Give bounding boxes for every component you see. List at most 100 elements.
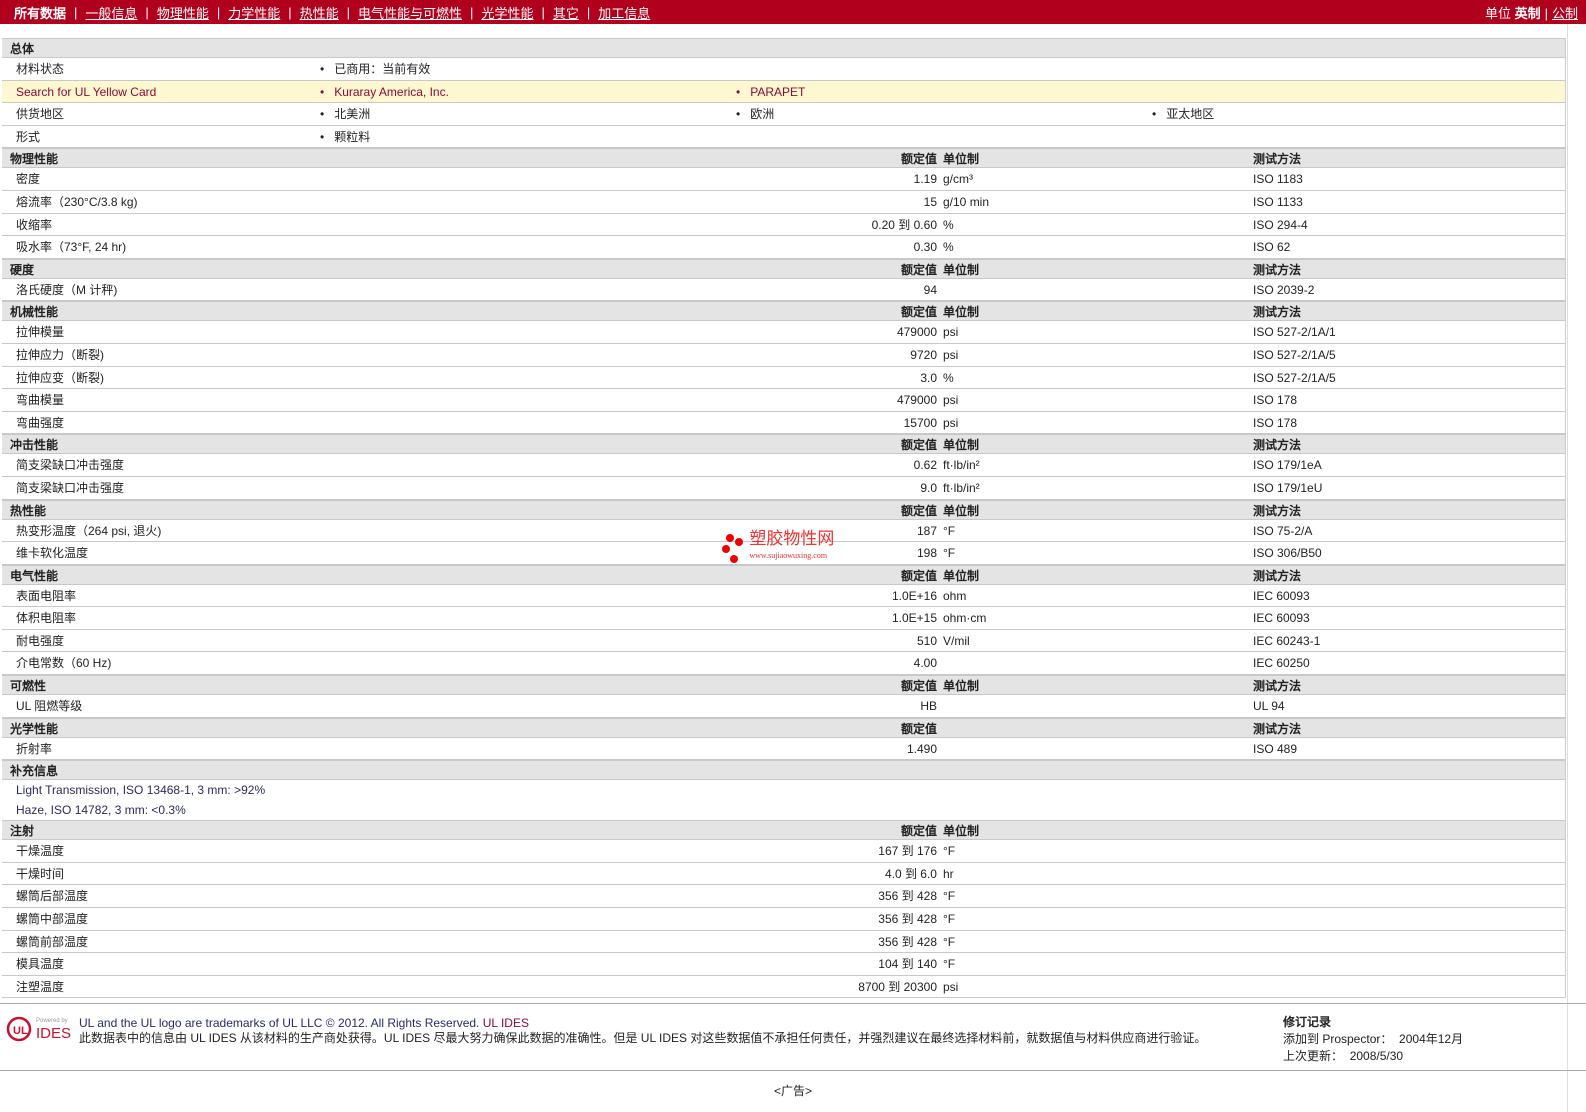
property-name: UL 阻燃等级 xyxy=(16,699,83,714)
nominal-value: 187 xyxy=(916,523,937,538)
nominal-value: 356 到 428 xyxy=(878,889,937,904)
table-row: 吸水率（73°F, 24 hr) 0.30% ISO 62 xyxy=(2,236,1565,259)
nav-separator: | xyxy=(145,4,149,20)
section-title: 硬度 xyxy=(10,262,35,277)
property-name: 螺筒前部温度 xyxy=(16,934,89,949)
nav-tab[interactable]: 热性能 xyxy=(300,3,339,22)
supplementary-note: Haze, ISO 14782, 3 mm: <0.3% xyxy=(16,803,186,818)
test-method: ISO 75-2/A xyxy=(1253,523,1313,538)
table-row: 收缩率 0.20 到 0.60% ISO 294-4 xyxy=(2,214,1565,237)
nominal-value: 9.0 xyxy=(920,480,937,495)
nominal-value: 1.19 xyxy=(913,172,937,187)
table-row: UL 阻燃等级 HB UL 94 xyxy=(2,695,1565,718)
row-item[interactable]: Kuraray America, Inc. xyxy=(320,81,449,103)
nominal-value: 0.30 xyxy=(913,240,937,255)
nominal-header: 额定值 xyxy=(900,152,937,167)
unit-value: psi xyxy=(943,979,959,994)
nominal-value: 356 到 428 xyxy=(878,912,937,927)
method-header: 测试方法 xyxy=(1253,503,1302,518)
nav-tab[interactable]: 一般信息 xyxy=(85,3,137,22)
nav-tab[interactable]: 光学性能 xyxy=(481,3,533,22)
section-title: 注射 xyxy=(10,824,35,839)
table-row: 密度 1.19 g/cm³ ISO 1183 xyxy=(2,168,1565,191)
unit-value: °F xyxy=(943,957,956,972)
general-row: 供货地区 北美洲 欧洲 亚太地区 xyxy=(2,103,1565,126)
units-imperial[interactable]: 英制 xyxy=(1515,6,1541,21)
test-method: ISO 489 xyxy=(1253,741,1298,756)
disclaimer-text: 此数据表中的信息由 UL IDES 从该材料的生产商处获得。UL IDES 尽最… xyxy=(79,1031,1207,1045)
unit-value: % xyxy=(943,217,954,232)
property-name: 拉伸应变（断裂) xyxy=(16,370,104,385)
row-item[interactable]: PARAPET xyxy=(736,81,805,103)
table-row: 简支梁缺口冲击强度 9.0 ft·lb/in² ISO 179/1eU xyxy=(2,477,1565,500)
table-row: 拉伸模量 479000 psi ISO 527-2/1A/1 xyxy=(2,321,1565,344)
table-row: 螺筒前部温度 356 到 428 °F xyxy=(2,931,1565,954)
section-header: 可燃性 额定值 单位制 测试方法 xyxy=(2,675,1565,696)
unit-value: ft·lb/in² xyxy=(943,458,980,473)
row-label: 材料状态 xyxy=(16,62,65,76)
nominal-value: 1.0E+15 xyxy=(891,611,937,626)
unit-value: ft·lb/in² xyxy=(943,480,980,495)
property-name: 模具温度 xyxy=(16,957,65,972)
supplementary-note: Light Transmission, ISO 13468-1, 3 mm: >… xyxy=(16,783,266,798)
nav-tab[interactable]: 其它 xyxy=(553,3,579,22)
property-name: 简支梁缺口冲击强度 xyxy=(16,458,125,473)
section-header: 硬度 额定值 单位制 测试方法 xyxy=(2,258,1565,279)
footer: UL Powered by IDES UL and the UL logo are … xyxy=(0,1003,1586,1071)
row-item: 已商用：当前有效 xyxy=(320,58,430,80)
nominal-value: 356 到 428 xyxy=(878,934,937,949)
unit-value: °F xyxy=(943,934,956,949)
method-header: 测试方法 xyxy=(1253,152,1302,167)
nominal-value: 3.0 xyxy=(920,370,937,385)
nominal-value: 8700 到 20300 xyxy=(858,979,937,994)
nominal-value: 4.0 到 6.0 xyxy=(884,866,937,881)
table-row: 熔流率（230°C/3.8 kg) 15 g/10 min ISO 1133 xyxy=(2,191,1565,214)
nav-separator: | xyxy=(1544,5,1548,21)
section-title: 冲击性能 xyxy=(10,438,59,453)
nominal-value: 167 到 176 xyxy=(878,844,937,859)
property-name: 干燥时间 xyxy=(16,866,65,881)
method-header: 测试方法 xyxy=(1253,679,1302,694)
unit-header: 单位制 xyxy=(943,152,980,167)
scrollbar[interactable] xyxy=(1567,24,1586,1112)
nav-tab[interactable]: 力学性能 xyxy=(228,3,280,22)
nominal-value: 15 xyxy=(923,194,937,209)
unit-value: ohm xyxy=(943,588,967,603)
table-row: 介电常数（60 Hz) 4.00 IEC 60250 xyxy=(2,652,1565,676)
nominal-header: 额定值 xyxy=(900,568,937,583)
property-name: 简支梁缺口冲击强度 xyxy=(16,480,125,495)
trademark-text: UL and the UL logo are trademarks of UL … xyxy=(79,1016,480,1030)
row-item: 颗粒料 xyxy=(320,126,370,148)
test-method: ISO 527-2/1A/1 xyxy=(1253,325,1336,340)
nav-separator: | xyxy=(346,4,351,20)
nav-tab[interactable]: 所有数据 xyxy=(14,3,66,22)
nominal-value: 15700 xyxy=(903,415,937,430)
method-header: 测试方法 xyxy=(1253,438,1302,453)
section-title: 热性能 xyxy=(10,503,47,518)
property-name: 折射率 xyxy=(16,741,53,756)
units-metric[interactable]: 公制 xyxy=(1552,6,1578,21)
row-label[interactable]: Search for UL Yellow Card xyxy=(16,81,156,103)
unit-value: V/mil xyxy=(943,633,970,648)
section-title: 电气性能 xyxy=(10,568,59,583)
unit-header: 单位制 xyxy=(943,824,980,839)
test-method: ISO 2039-2 xyxy=(1253,282,1315,297)
property-name: 耐电强度 xyxy=(16,633,65,648)
test-method: IEC 60243-1 xyxy=(1253,633,1321,648)
unit-value: °F xyxy=(943,844,956,859)
nav-tab[interactable]: 加工信息 xyxy=(598,3,650,22)
unit-value: g/10 min xyxy=(943,194,990,209)
added-label: 添加到 Prospector： xyxy=(1283,1032,1393,1046)
nominal-header: 额定值 xyxy=(900,721,937,736)
nav-separator: | xyxy=(216,4,221,20)
table-row: 表面电阻率 1.0E+16 ohm IEC 60093 xyxy=(2,585,1565,608)
unit-header: 单位制 xyxy=(943,438,980,453)
property-name: 介电常数（60 Hz) xyxy=(16,656,112,671)
revision-history: 修订记录 添加到 Prospector： 2004年12月 上次更新： 2008… xyxy=(1283,1014,1463,1065)
ul-ides-link[interactable]: UL IDES xyxy=(483,1016,529,1030)
nav-tab[interactable]: 物理性能 xyxy=(157,3,209,22)
nav-separator: | xyxy=(288,4,292,20)
nav-tab[interactable]: 电气性能与可燃性 xyxy=(358,3,462,22)
general-row: 材料状态 已商用：当前有效 xyxy=(2,58,1565,81)
method-header: 测试方法 xyxy=(1253,568,1302,583)
